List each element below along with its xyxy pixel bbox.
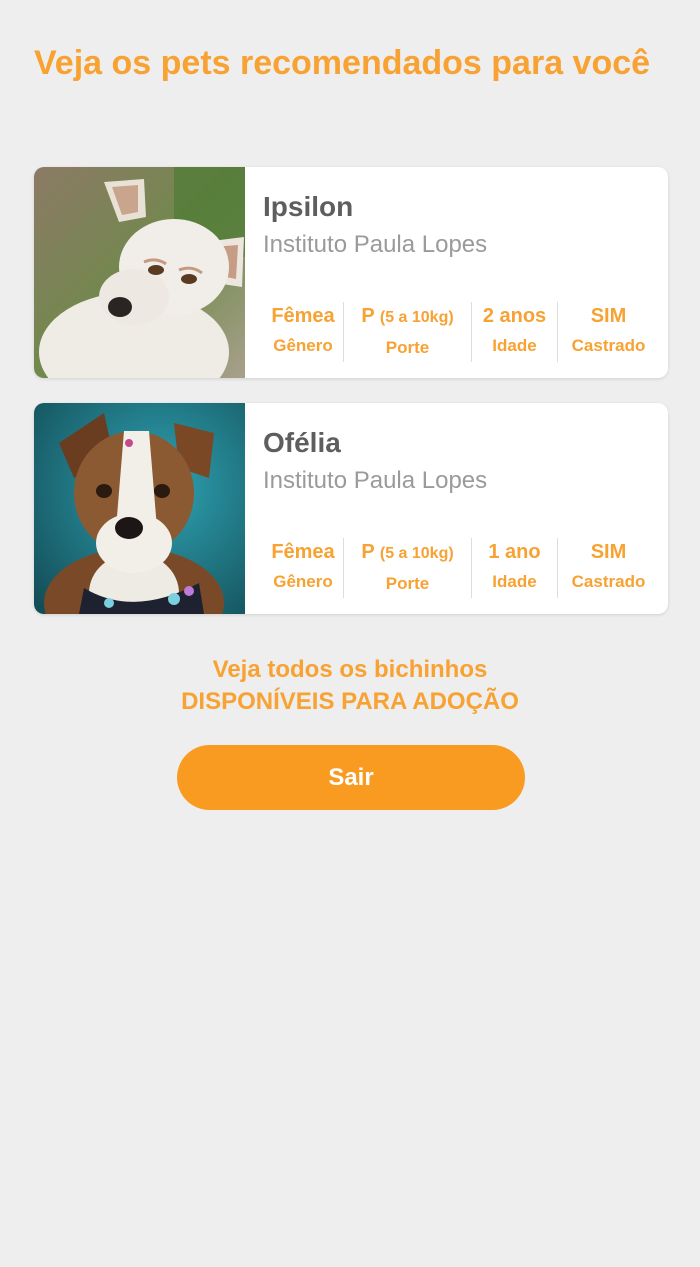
stat-gender-value: Fêmea [271, 305, 335, 327]
pet-info: Ipsilon Instituto Paula Lopes Fêmea Gêne… [263, 167, 668, 378]
stat-gender: Fêmea Gênero [263, 538, 343, 598]
stat-age: 2 anos Idade [471, 302, 557, 362]
see-all-line2: DISPONÍVEIS PARA ADOÇÃO [181, 688, 519, 715]
stat-size-value: P [361, 305, 375, 327]
stat-size-label: Porte [385, 338, 430, 357]
pet-organization: Instituto Paula Lopes [263, 231, 488, 258]
stat-gender-value: Fêmea [271, 541, 335, 563]
stat-size-label: Porte [385, 574, 430, 593]
stat-size-value-wrap: P (5 a 10kg) [361, 302, 453, 332]
pet-name: Ipsilon [263, 191, 354, 222]
exit-button[interactable]: Sair [177, 745, 525, 810]
pet-photo [34, 167, 245, 378]
stat-neutered: SIM Castrado [557, 302, 659, 362]
stat-age-value: 2 anos [482, 305, 547, 327]
stat-age-label: Idade [492, 572, 537, 591]
stat-age-value: 1 ano [488, 541, 541, 563]
stat-neutered-label: Castrado [571, 336, 646, 355]
stat-size: P (5 a 10kg) Porte [343, 302, 471, 362]
stat-neutered: SIM Castrado [557, 538, 659, 598]
stat-neutered-value: SIM [590, 541, 627, 563]
pet-info: Ofélia Instituto Paula Lopes Fêmea Gêner… [263, 403, 668, 614]
stat-neutered-label: Castrado [571, 572, 646, 591]
pet-card-ipsilon[interactable]: Ipsilon Instituto Paula Lopes Fêmea Gêne… [34, 167, 668, 378]
stat-size-value-wrap: P (5 a 10kg) [361, 538, 453, 568]
see-all-pets-link[interactable]: Veja todos os bichinhos DISPONÍVEIS PARA… [100, 654, 600, 718]
pet-photo [34, 403, 245, 614]
stat-gender-label: Gênero [273, 336, 333, 355]
stat-gender-label: Gênero [273, 572, 333, 591]
pet-name: Ofélia [263, 427, 341, 458]
stat-size-value: P [361, 541, 375, 563]
pet-organization: Instituto Paula Lopes [263, 467, 488, 494]
stat-gender: Fêmea Gênero [263, 302, 343, 362]
see-all-line1: Veja todos os bichinhos [212, 656, 488, 683]
stat-size-detail: (5 a 10kg) [379, 309, 454, 326]
recommended-pets-screen: Veja os pets recomendados para você Ipsi… [0, 0, 700, 1267]
stat-size: P (5 a 10kg) Porte [343, 538, 471, 598]
stat-neutered-value: SIM [590, 305, 627, 327]
stat-size-detail: (5 a 10kg) [379, 545, 454, 562]
stat-age: 1 ano Idade [471, 538, 557, 598]
stat-age-label: Idade [492, 336, 537, 355]
page-title: Veja os pets recomendados para você [34, 44, 651, 82]
pet-stats: Fêmea Gênero P (5 a 10kg) Porte 1 ano Id… [263, 538, 659, 598]
pet-stats: Fêmea Gênero P (5 a 10kg) Porte 2 anos I… [263, 302, 659, 362]
pet-card-ofelia[interactable]: Ofélia Instituto Paula Lopes Fêmea Gêner… [34, 403, 668, 614]
